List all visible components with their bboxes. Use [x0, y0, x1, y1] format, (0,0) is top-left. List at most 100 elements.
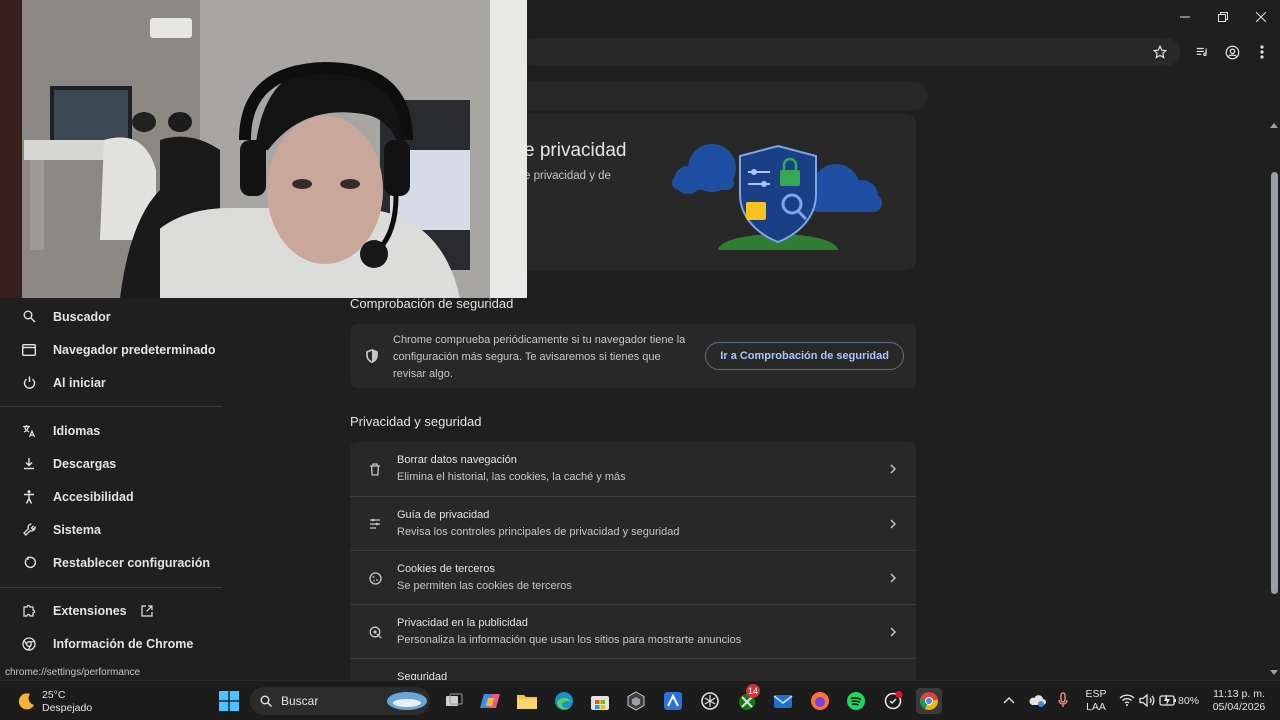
- sidebar-item-default-browser[interactable]: Navegador predeterminado: [0, 333, 222, 366]
- clock-time: 11:13 p. m.: [1213, 688, 1265, 700]
- restore-icon: [1218, 12, 1228, 22]
- privacy-row-security[interactable]: Seguridad: [350, 658, 916, 680]
- privacy-card: Borrar datos navegación Elimina el histo…: [350, 442, 916, 680]
- chevron-right-icon: [888, 570, 898, 586]
- sidebar-item-label: Navegador predeterminado: [53, 342, 216, 357]
- cookie-icon: [367, 570, 383, 586]
- language-bottom: LAA: [1086, 701, 1106, 713]
- wrench-icon: [21, 522, 37, 538]
- safety-check-button[interactable]: Ir a Comprobación de seguridad: [705, 342, 904, 370]
- sidebar-item-languages[interactable]: Idiomas: [0, 414, 222, 447]
- sidebar-item-search-engine[interactable]: Buscador: [0, 300, 222, 333]
- battery-percent: 80%: [1178, 695, 1200, 707]
- close-button[interactable]: [1242, 0, 1280, 34]
- wifi-icon[interactable]: [1119, 694, 1135, 706]
- edge-button[interactable]: [551, 688, 577, 714]
- xbox-button[interactable]: 14: [734, 684, 761, 714]
- start-button[interactable]: [216, 688, 242, 714]
- sidebar-item-reset[interactable]: Restablecer configuración: [0, 546, 222, 579]
- spotify-button[interactable]: [843, 688, 869, 714]
- row-subtitle: Revisa los controles principales de priv…: [397, 526, 680, 538]
- scroll-down-icon: [1270, 670, 1278, 675]
- openai-app-icon: [884, 691, 903, 710]
- privacy-row-ads[interactable]: Privacidad en la publicidad Personaliza …: [350, 604, 916, 658]
- privacy-row-clear-data[interactable]: Borrar datos navegación Elimina el histo…: [350, 442, 916, 496]
- browser-window-icon: [21, 342, 37, 358]
- microphone-icon[interactable]: [1058, 692, 1068, 708]
- sidebar-item-accessibility[interactable]: Accesibilidad: [0, 480, 222, 513]
- moon-icon: [18, 693, 34, 710]
- firefox-button[interactable]: [807, 688, 833, 714]
- scroll-thumb[interactable]: [1271, 172, 1278, 594]
- sidebar-item-extensions[interactable]: Extensiones: [0, 594, 180, 627]
- safety-check-text: Chrome comprueba periódicamente si tu na…: [393, 334, 686, 380]
- taskbar-search[interactable]: Buscar: [250, 687, 430, 715]
- profile-icon: [1225, 45, 1239, 59]
- store-icon: [591, 696, 609, 710]
- minimize-button[interactable]: [1166, 0, 1204, 34]
- mail-button[interactable]: [770, 688, 796, 714]
- chevron-right-icon: [888, 624, 898, 640]
- privacy-row-guide[interactable]: Guía de privacidad Revisa los controles …: [350, 496, 916, 550]
- accessibility-icon: [21, 489, 37, 505]
- folder-icon: [517, 695, 537, 709]
- safety-check-card: Chrome comprueba periódicamente si tu na…: [350, 324, 916, 388]
- app-button-notification[interactable]: [880, 688, 906, 714]
- row-title: Seguridad: [397, 671, 448, 680]
- privacy-guide-icon: [367, 516, 383, 532]
- task-view-button[interactable]: [441, 688, 467, 714]
- menu-button[interactable]: [1252, 42, 1272, 62]
- row-subtitle: Elimina el historial, las cookies, la ca…: [397, 471, 626, 483]
- page-scrollbar[interactable]: [1268, 120, 1280, 680]
- chatgpt-icon: [701, 692, 719, 710]
- volume-icon[interactable]: [1139, 694, 1155, 707]
- privacy-section-title: Privacidad y seguridad: [350, 414, 482, 429]
- scroll-up-icon: [1270, 123, 1278, 128]
- file-explorer-button[interactable]: [514, 688, 540, 714]
- sidebar-item-label: Accesibilidad: [53, 489, 134, 504]
- row-title: Borrar datos navegación: [397, 454, 517, 466]
- sidebar-item-label: Sistema: [53, 522, 101, 537]
- row-subtitle: Se permiten las cookies de terceros: [397, 580, 572, 592]
- sidebar-item-system[interactable]: Sistema: [0, 513, 222, 546]
- privacy-row-cookies[interactable]: Cookies de terceros Se permiten las cook…: [350, 550, 916, 604]
- edge-icon: [555, 692, 573, 710]
- microsoft-store-button[interactable]: [587, 688, 613, 714]
- status-bar-url: chrome://settings/performance: [0, 664, 146, 680]
- app-button-cube[interactable]: [623, 688, 649, 714]
- sidebar-divider: [0, 406, 222, 407]
- close-icon: [1256, 12, 1266, 22]
- onedrive-icon[interactable]: [1028, 693, 1046, 707]
- external-link-icon: [141, 604, 153, 617]
- firefox-icon: [811, 692, 829, 710]
- chevron-up-icon[interactable]: [1003, 696, 1015, 704]
- minimize-icon: [1180, 16, 1190, 18]
- power-icon: [21, 375, 37, 391]
- chrome-button[interactable]: [916, 688, 942, 714]
- copilot-button[interactable]: [477, 688, 503, 714]
- kebab-menu-icon: [1260, 45, 1264, 59]
- chatgpt-button[interactable]: [697, 688, 723, 714]
- search-label: Buscar: [281, 694, 319, 708]
- app-button-blue[interactable]: [660, 688, 686, 714]
- language-indicator[interactable]: ESP LAA: [1082, 688, 1110, 714]
- sidebar-item-downloads[interactable]: Descargas: [0, 447, 222, 480]
- sidebar-item-on-startup[interactable]: Al iniciar: [0, 366, 222, 399]
- weather-widget[interactable]: 25°C Despejado: [14, 689, 144, 717]
- sidebar-divider: [0, 587, 222, 588]
- media-queue-button[interactable]: [1192, 42, 1212, 62]
- restore-button[interactable]: [1204, 0, 1242, 34]
- language-top: ESP: [1085, 688, 1107, 700]
- star-icon: [1153, 45, 1167, 59]
- battery-icon[interactable]: [1159, 693, 1177, 707]
- profile-button[interactable]: [1222, 42, 1242, 62]
- address-bar[interactable]: [520, 38, 1180, 66]
- bookmark-button[interactable]: [1150, 42, 1170, 62]
- sidebar-item-label: Extensiones: [53, 603, 127, 618]
- xbox-badge: 14: [746, 684, 761, 698]
- clock[interactable]: 11:13 p. m. 05/04/2026: [1206, 688, 1272, 714]
- sidebar-item-about-chrome[interactable]: Información de Chrome: [0, 627, 222, 660]
- settings-search-input[interactable]: [500, 82, 928, 110]
- windows-logo-icon: [219, 691, 239, 711]
- copilot-icon: [480, 694, 500, 708]
